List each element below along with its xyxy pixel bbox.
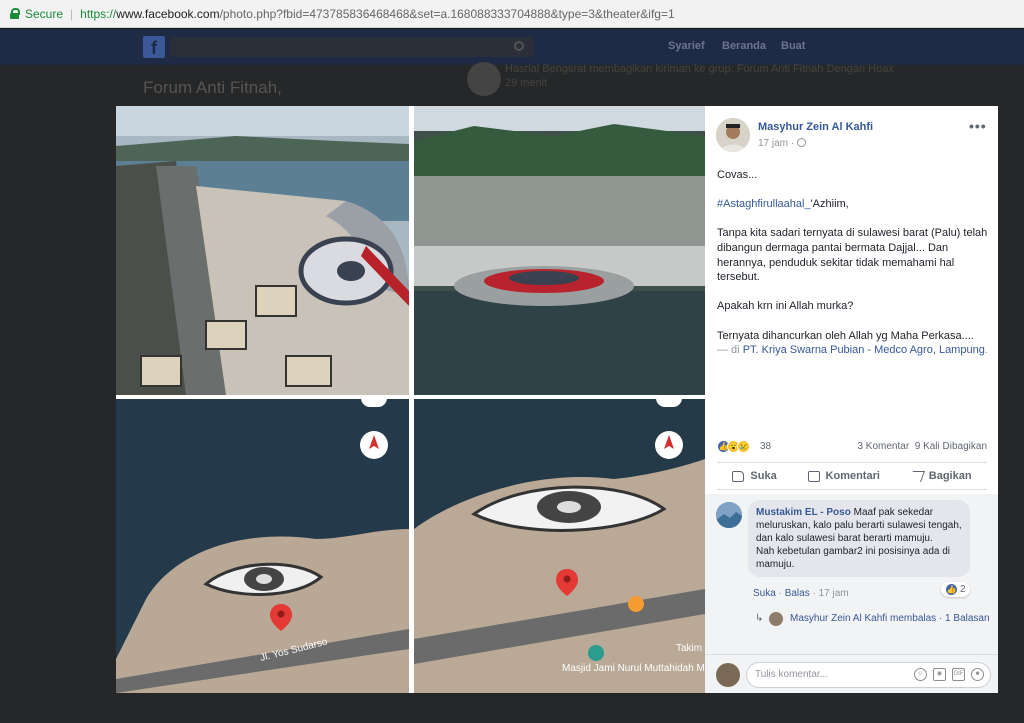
photo-collage[interactable]: Jl. Yos Sudarso Masjid Jami Nurul Muttah… bbox=[116, 106, 705, 693]
comment-time[interactable]: · 17 jam bbox=[813, 588, 849, 599]
like-button[interactable]: Suka bbox=[732, 470, 777, 482]
secure-label: Secure bbox=[25, 6, 64, 21]
gif-icon[interactable]: GIF bbox=[952, 668, 965, 681]
current-user-avatar bbox=[716, 663, 740, 687]
map-mosque-label: Masjid Jami Nurul Muttahidah Mamuju bbox=[562, 663, 705, 674]
lock-icon bbox=[10, 8, 20, 19]
facebook-search-input[interactable] bbox=[170, 37, 534, 57]
comment-bubble: Mustakim EL - Poso Maaf pak sekedar melu… bbox=[748, 500, 970, 577]
search-icon[interactable] bbox=[514, 41, 524, 51]
browser-url-bar[interactable]: Secure | https://www.facebook.com/photo.… bbox=[0, 0, 1024, 28]
like-reaction-icon: 👍 bbox=[945, 583, 958, 596]
comment-composer: Tulis komentar... ☺ ◉ GIF ☻ bbox=[705, 654, 998, 693]
comment-input[interactable]: Tulis komentar... ☺ ◉ GIF ☻ bbox=[746, 662, 991, 688]
background-post-avatar bbox=[467, 62, 501, 96]
url-path[interactable]: /photo.php?fbid=473785836468468&set=a.16… bbox=[220, 7, 675, 21]
reply-author-avatar bbox=[769, 612, 783, 626]
post-action-bar: Suka Komentari Bagikan bbox=[717, 462, 987, 490]
comment-button[interactable]: Komentari bbox=[807, 470, 880, 482]
share-count-link[interactable]: 9 Kali Dibagikan bbox=[915, 441, 987, 452]
nav-profile-link[interactable]: Syarief bbox=[668, 40, 705, 52]
background-post-text: Hasrial Bengsrat membagikan kiriman ke g… bbox=[505, 63, 894, 89]
url-scheme[interactable]: https:// bbox=[80, 7, 116, 21]
hashtag-link[interactable]: #Astaghfirullaahal_ bbox=[717, 198, 811, 210]
comment-reply-link[interactable]: Balas bbox=[785, 588, 810, 599]
author-avatar[interactable] bbox=[716, 118, 750, 152]
comment-text: Nah kebetulan gambar2 ini posisinya ada … bbox=[756, 546, 951, 570]
post-side-panel: Masyhur Zein Al Kahfi 17 jam · ••• Covas… bbox=[705, 106, 998, 693]
reply-arrow-icon: ↳ bbox=[755, 613, 764, 624]
post-body: Covas... #Astaghfirullaahal_'Azhiim, Tan… bbox=[717, 168, 992, 358]
post-timestamp[interactable]: 17 jam · bbox=[758, 138, 807, 149]
author-name-link[interactable]: Masyhur Zein Al Kahfi bbox=[758, 121, 873, 133]
location-link[interactable]: PT. Kriya Swarna Pubian - Medco Agro, La… bbox=[743, 344, 985, 356]
comment-count-link[interactable]: 3 Komentar bbox=[857, 441, 909, 452]
comment-like-link[interactable]: Suka bbox=[753, 588, 776, 599]
nav-create-link[interactable]: Buat bbox=[781, 40, 805, 52]
camera-icon[interactable]: ◉ bbox=[933, 668, 946, 681]
thumbs-up-icon bbox=[732, 470, 745, 482]
reaction-count[interactable]: 38 bbox=[760, 441, 771, 452]
post-line: Covas... bbox=[717, 169, 758, 181]
photo-aerial-promenade[interactable] bbox=[116, 106, 409, 395]
comment-like-count[interactable]: 👍 2 bbox=[941, 582, 970, 597]
map-edge-label: Takim bbox=[676, 643, 702, 654]
background-group-title: Forum Anti Fitnah, bbox=[143, 78, 282, 97]
facebook-logo-icon[interactable]: f bbox=[143, 36, 165, 58]
share-icon bbox=[908, 470, 925, 482]
post-paragraph: Tanpa kita sadari ternyata di sulawesi b… bbox=[717, 227, 988, 284]
reply-summary[interactable]: Masyhur Zein Al Kahfi membalas · 1 Balas… bbox=[790, 611, 990, 626]
photo-theater-modal: Jl. Yos Sudarso Masjid Jami Nurul Muttah… bbox=[116, 106, 998, 693]
share-button[interactable]: Bagikan bbox=[908, 470, 972, 482]
comment-actions: Suka · Balas · 17 jam bbox=[753, 588, 849, 599]
post-paragraph: Ternyata dihancurkan oleh Allah yg Maha … bbox=[717, 329, 974, 342]
photo-satellite-map-right[interactable]: Masjid Jami Nurul Muttahidah Mamuju Taki… bbox=[414, 399, 705, 693]
comment-placeholder: Tulis komentar... bbox=[755, 669, 828, 680]
sticker-icon[interactable]: ☻ bbox=[971, 668, 984, 681]
url-host[interactable]: www.facebook.com bbox=[116, 7, 219, 21]
post-paragraph: Apakah krn ini Allah murka? bbox=[717, 300, 854, 313]
more-options-icon[interactable]: ••• bbox=[969, 118, 987, 134]
url-separator: | bbox=[70, 6, 74, 21]
commenter-name-link[interactable]: Mustakim EL - Poso bbox=[756, 507, 851, 518]
photo-satellite-map-left[interactable]: Jl. Yos Sudarso bbox=[116, 399, 409, 693]
photo-promenade-view[interactable] bbox=[414, 106, 705, 395]
hashtag-suffix: 'Azhiim, bbox=[810, 198, 849, 211]
sad-reaction-icon: 😢 bbox=[737, 440, 750, 453]
nav-home-link[interactable]: Beranda bbox=[722, 40, 766, 52]
reaction-summary[interactable]: 👍 😮 😢 38 3 Komentar 9 Kali Dibagikan bbox=[717, 440, 987, 454]
emoji-icon[interactable]: ☺ bbox=[914, 668, 927, 681]
commenter-avatar[interactable] bbox=[716, 502, 742, 528]
comment-icon bbox=[807, 470, 820, 482]
location-prefix: — di bbox=[717, 344, 740, 357]
globe-icon bbox=[797, 138, 807, 147]
